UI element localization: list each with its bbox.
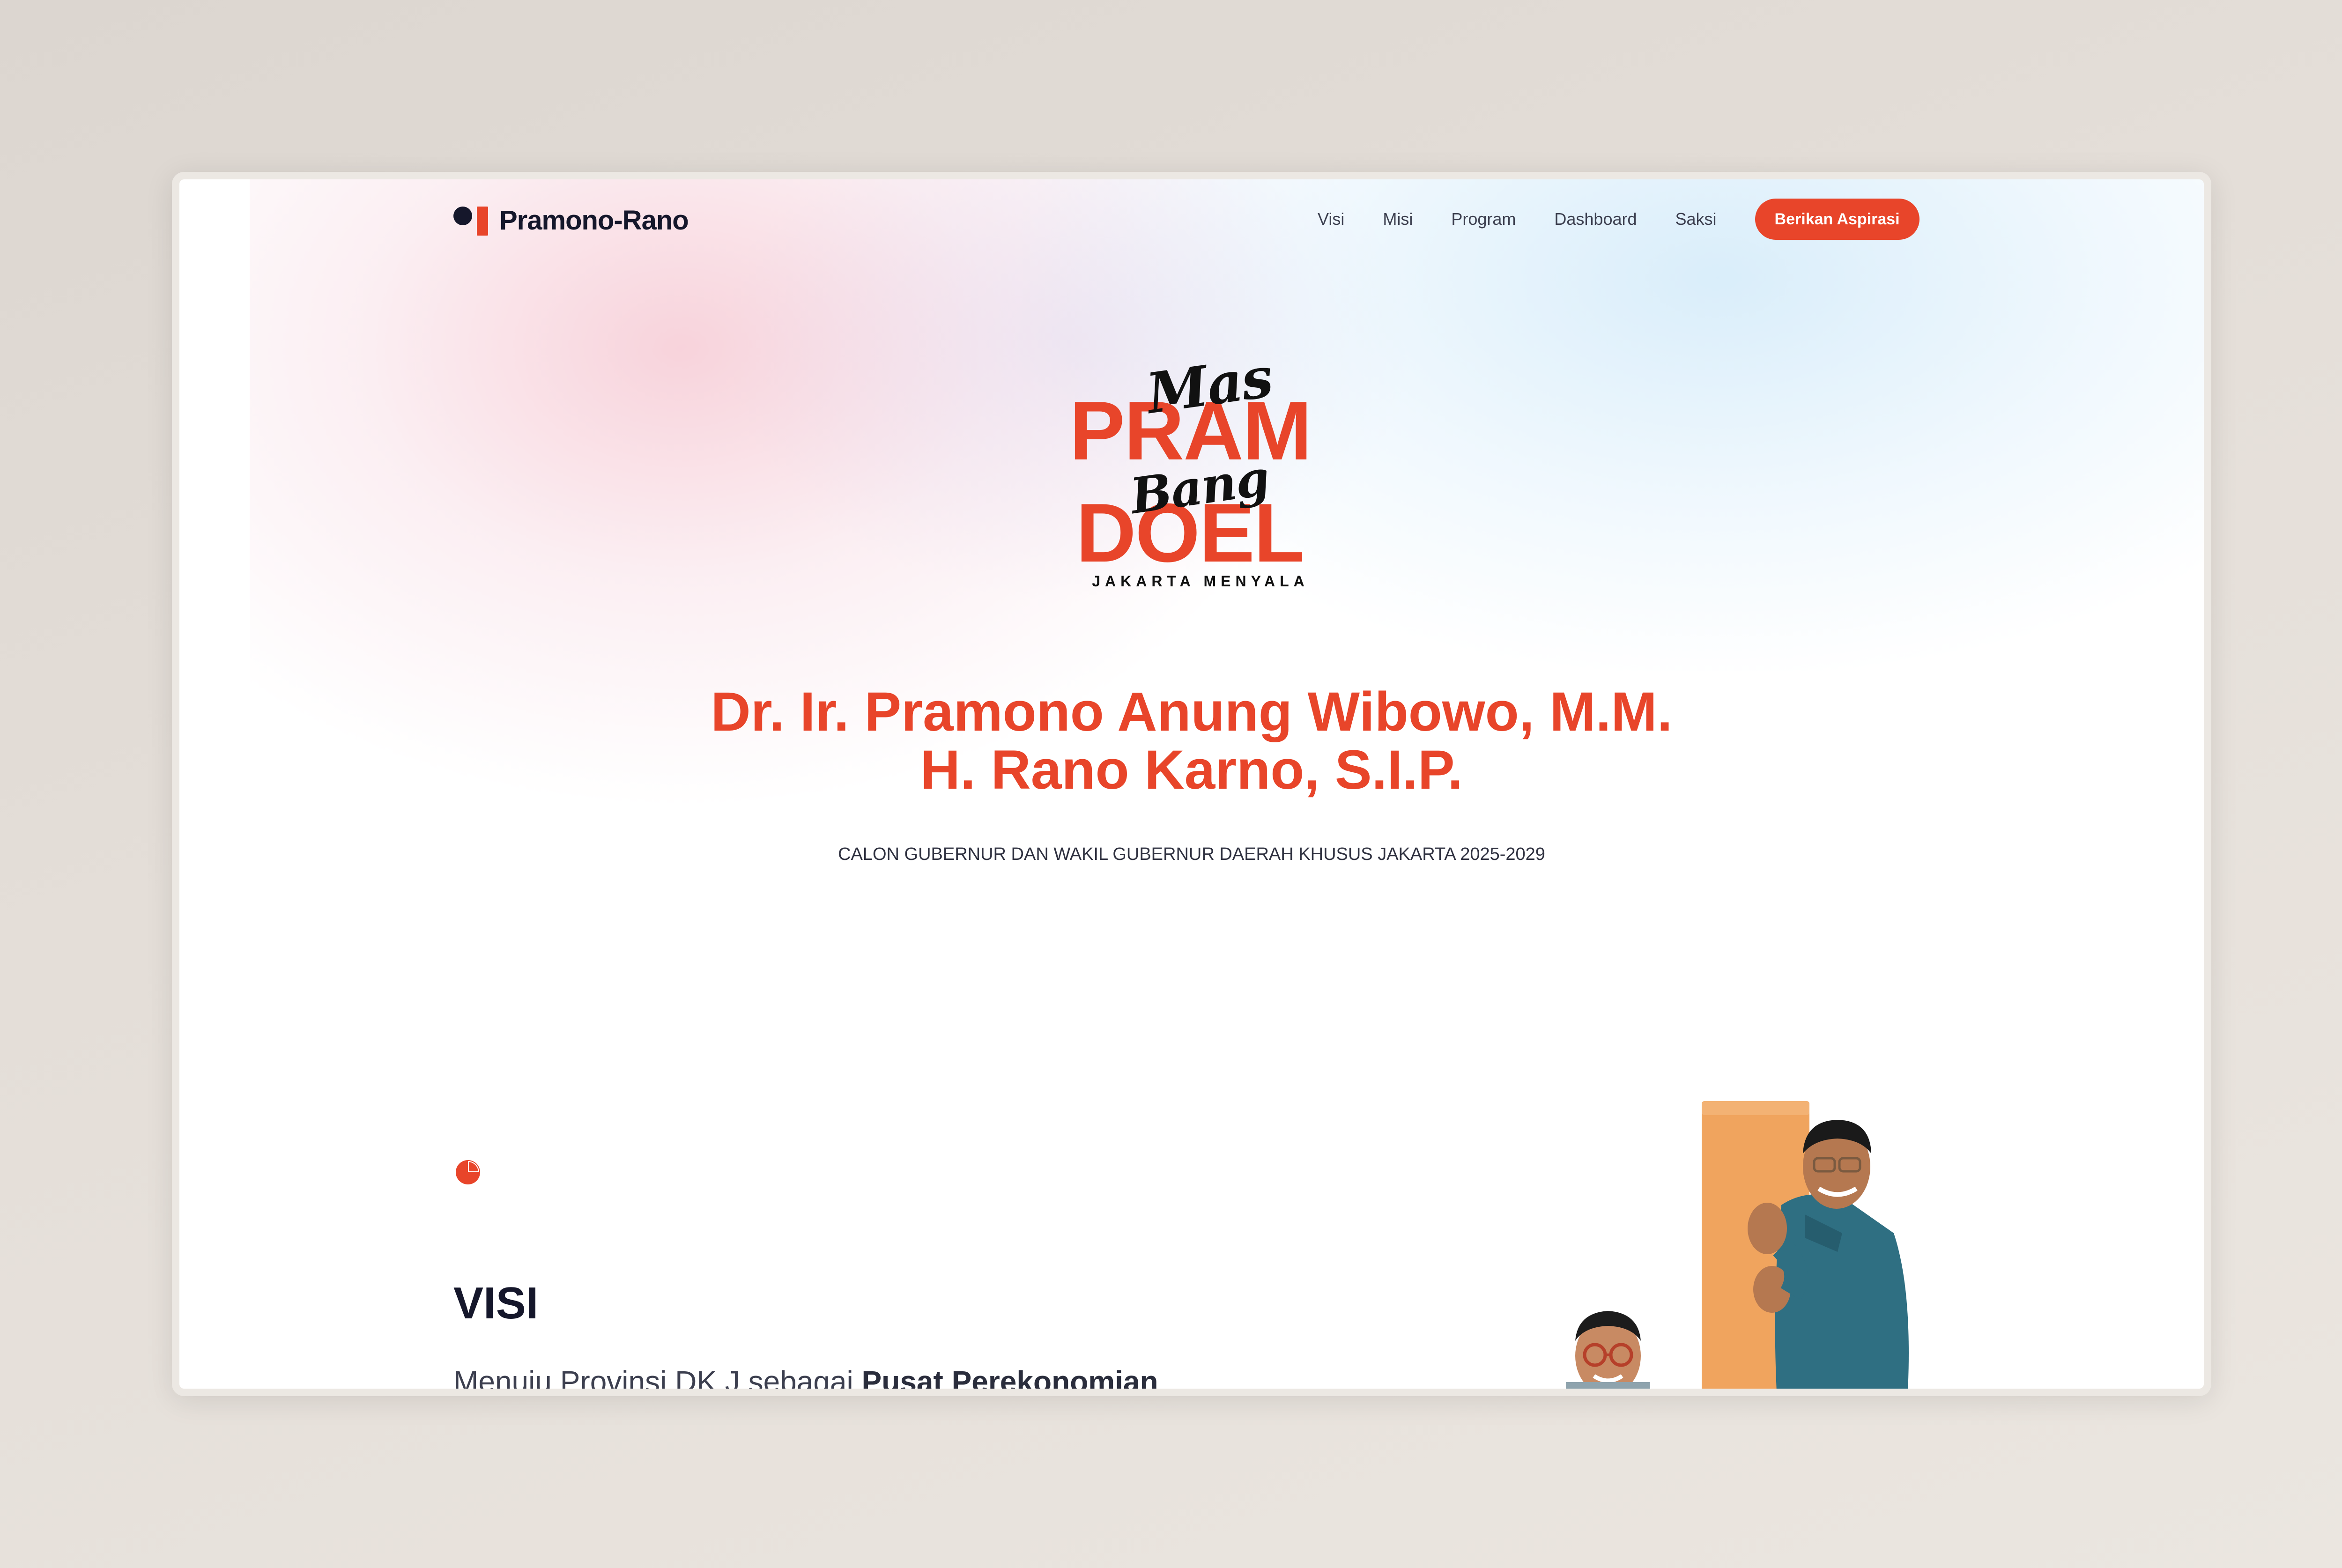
logo-tagline: JAKARTA MENYALA — [1092, 573, 1309, 590]
candidate-name-governor: Dr. Ir. Pramono Anung Wibowo, M.M. — [711, 681, 1673, 743]
nav-link-visi[interactable]: Visi — [1318, 209, 1344, 229]
campaign-logo: PRAM Mas DOEL Bang JAKARTA MENYALA — [1069, 344, 1332, 590]
visi-text-bold: Pusat Perekonomian — [861, 1365, 1158, 1389]
brand-logo-link[interactable]: Pramono-Rano — [453, 204, 689, 237]
nav-links: Visi Misi Program Dashboard Saksi Berika… — [1318, 198, 1920, 240]
visi-statement: Menuju Provinsi DK J sebagai Pusat Perek… — [453, 1364, 1158, 1389]
candidate-names: Dr. Ir. Pramono Anung Wibowo, M.M. H. Ra… — [179, 683, 2204, 799]
nav-link-dashboard[interactable]: Dashboard — [1554, 209, 1637, 229]
pie-chart-icon — [456, 1160, 480, 1184]
berikan-aspirasi-button[interactable]: Berikan Aspirasi — [1755, 199, 1920, 240]
pramono-portrait — [1566, 1311, 1650, 1389]
top-navigation: Pramono-Rano Visi Misi Program Dashboard… — [179, 179, 2204, 273]
brand-mark-icon — [453, 205, 489, 236]
browser-window: Pramono-Rano Visi Misi Program Dashboard… — [172, 172, 2211, 1396]
visi-text-plain: Menuju Provinsi DK J sebagai — [453, 1365, 862, 1389]
brand-bar — [477, 207, 488, 236]
nav-link-misi[interactable]: Misi — [1383, 209, 1413, 229]
web-page: Pramono-Rano Visi Misi Program Dashboard… — [179, 179, 2204, 1389]
candidate-name-vice-governor: H. Rano Karno, S.I.P. — [920, 739, 1463, 801]
candidates-photo — [1566, 1101, 1909, 1389]
nav-link-program[interactable]: Program — [1451, 209, 1516, 229]
hero-subtitle: CALON GUBERNUR DAN WAKIL GUBERNUR DAERAH… — [838, 844, 1545, 864]
visi-heading: VISI — [453, 1278, 539, 1328]
brand-name: Pramono-Rano — [499, 205, 689, 236]
brand-dot — [453, 207, 472, 225]
nav-link-saksi[interactable]: Saksi — [1675, 209, 1717, 229]
